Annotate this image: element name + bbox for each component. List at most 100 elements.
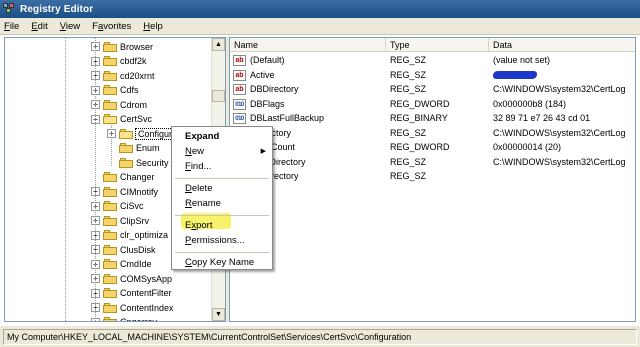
list-item[interactable]: ab (Default) REG_SZ (value not set) — [230, 54, 635, 67]
menu-view[interactable]: View — [60, 21, 80, 32]
folder-icon — [103, 172, 117, 182]
tree-item-browser[interactable]: + Browser — [91, 40, 153, 53]
submenu-arrow-icon: ▶ — [260, 148, 266, 155]
value-data — [493, 69, 635, 82]
column-name-header[interactable]: Name — [230, 38, 386, 52]
list-header: Name Type Data — [230, 38, 635, 52]
scroll-up-icon[interactable]: ▲ — [212, 38, 225, 51]
tree-item-comsysapp[interactable]: + COMSysApp — [91, 272, 172, 285]
folder-icon — [103, 41, 117, 52]
binary-value-icon: 010 — [233, 98, 246, 110]
tree-item-label: CiSvc — [120, 201, 144, 211]
value-name: Active — [250, 69, 275, 80]
tree-item-clipsrv[interactable]: + ClipSrv — [91, 214, 149, 227]
tree-item-label: Changer — [120, 172, 155, 182]
list-item[interactable]: abstemDirectoryREG_SZC:\WINDOWS\system32… — [230, 156, 635, 169]
value-data — [493, 170, 635, 183]
scroll-down-icon[interactable]: ▼ — [212, 308, 225, 321]
scroll-thumb[interactable] — [212, 90, 225, 102]
context-menu-item-expand[interactable]: Expand — [172, 130, 272, 144]
registry-editor-icon — [3, 3, 16, 15]
folder-icon — [119, 157, 133, 168]
folder-icon — [103, 99, 117, 110]
value-data: 0x00000014 (20) — [493, 142, 562, 152]
tree-item-changer[interactable]: Changer — [91, 171, 155, 184]
menu-edit[interactable]: Edit — [31, 21, 47, 32]
value-type: REG_SZ — [390, 55, 427, 65]
tree-item-cpqarray[interactable]: + Cpqarray — [91, 316, 157, 321]
tree-item-label: CertSvc — [120, 114, 153, 124]
list-item[interactable]: ab Active REG_SZ — [230, 69, 635, 82]
context-menu-item-rename[interactable]: Rename — [172, 197, 272, 211]
tree-item-label: Cdrom — [120, 99, 148, 110]
tree-item-contentfilter[interactable]: + ContentFilter — [91, 287, 172, 300]
menu-file[interactable]: File — [4, 21, 19, 32]
value-type: REG_DWORD — [390, 98, 450, 109]
tree-item-cbdf2k[interactable]: + cbdf2k — [91, 55, 147, 68]
context-menu-item-find[interactable]: Find... — [172, 160, 272, 174]
value-type: REG_BINARY — [390, 113, 448, 123]
tree-item-label: COMSysApp — [120, 273, 173, 284]
string-value-icon: ab — [233, 55, 246, 66]
tree-item-label: Security — [136, 157, 169, 168]
tree-item-contentindex[interactable]: + ContentIndex — [91, 301, 174, 314]
value-data: 0x000000b8 (184) — [493, 98, 567, 109]
folder-icon — [103, 288, 117, 298]
tree-item-cmdide[interactable]: + CmdIde — [91, 258, 152, 271]
folder-icon — [119, 128, 133, 139]
folder-icon — [103, 85, 117, 95]
tree-item-label: ClipSrv — [120, 215, 150, 226]
folder-icon — [103, 230, 117, 240]
list-item[interactable]: 010ssionCountREG_DWORD0x00000014 (20) — [230, 141, 635, 154]
context-menu-item-permissions[interactable]: Permissions... — [172, 234, 272, 248]
value-data: C:\WINDOWS\system32\CertLog — [493, 156, 626, 167]
tree-item-cimnotify[interactable]: + CIMnotify — [91, 185, 158, 198]
list-item[interactable]: ab DBDirectory REG_SZ C:\WINDOWS\system32\C… — [230, 83, 635, 96]
value-type: REG_DWORD — [390, 142, 450, 152]
value-type: REG_SZ — [390, 127, 427, 138]
value-data: 32 89 71 e7 26 43 cd 01 — [493, 113, 591, 123]
folder-icon — [103, 317, 117, 321]
value-name: DBLastFullBackup — [250, 113, 325, 123]
tree-connector — [65, 38, 66, 321]
value-data: (value not set) — [493, 55, 551, 65]
string-value-icon: ab — [233, 84, 246, 95]
column-data-header[interactable]: Data — [489, 38, 635, 52]
tree-item-certsvc[interactable]: − CertSvc — [91, 113, 152, 126]
tree-item-cd20xrnt[interactable]: + cd20xrnt — [91, 69, 155, 82]
redaction-scribble — [493, 71, 538, 80]
menu-separator — [175, 178, 269, 179]
tree-item-enum[interactable]: Enum — [107, 142, 160, 155]
value-type: REG_SZ — [390, 156, 427, 167]
status-path: My Computer\HKEY_LOCAL_MACHINE\SYSTEM\Cu… — [3, 329, 637, 345]
value-name: DBFlags — [250, 98, 285, 109]
value-type: REG_SZ — [390, 171, 427, 181]
tree-item-cisvc[interactable]: + CiSvc — [91, 200, 144, 213]
list-item[interactable]: abmpDirectoryREG_SZ — [230, 170, 635, 183]
list-item[interactable]: abbDirectoryREG_SZC:\WINDOWS\system32\Ce… — [230, 127, 635, 140]
folder-icon — [103, 114, 117, 124]
folder-icon — [103, 215, 117, 226]
menu-favorites[interactable]: Favorites — [92, 21, 131, 32]
folder-icon — [103, 273, 117, 284]
list-item[interactable]: 010 DBFlags REG_DWORD 0x000000b8 (184) — [230, 98, 635, 111]
context-menu-item-export[interactable]: Export — [172, 219, 272, 233]
menu-help[interactable]: Help — [143, 21, 163, 32]
tree-item-clusdisk[interactable]: + ClusDisk — [91, 243, 156, 256]
tree-item-security[interactable]: Security — [107, 156, 169, 169]
list-item[interactable]: 010 DBLastFullBackup REG_BINARY 32 89 71 e7… — [230, 112, 635, 125]
context-menu-item-delete[interactable]: Delete — [172, 182, 272, 196]
tree-item-label: CIMnotify — [120, 186, 159, 197]
title-bar: Registry Editor — [0, 0, 640, 18]
registry-values-list[interactable]: Name Type Data ab (Default) REG_SZ (value n… — [229, 37, 636, 322]
tree-item-cdrom[interactable]: + Cdrom — [91, 98, 147, 111]
column-type-header[interactable]: Type — [386, 38, 489, 52]
tree-item-cdfs[interactable]: + Cdfs — [91, 84, 139, 97]
value-data: C:\WINDOWS\system32\CertLog — [493, 127, 626, 138]
context-menu-item-copy-key-name[interactable]: Copy Key Name — [172, 256, 272, 270]
folder-icon — [103, 201, 117, 211]
tree-item-label: Cdfs — [120, 85, 139, 95]
context-menu-item-new[interactable]: New ▶ — [172, 145, 272, 159]
tree-item-label: ClusDisk — [120, 244, 156, 255]
tree-item-clr-optimiza[interactable]: + clr_optimiza — [91, 229, 168, 242]
